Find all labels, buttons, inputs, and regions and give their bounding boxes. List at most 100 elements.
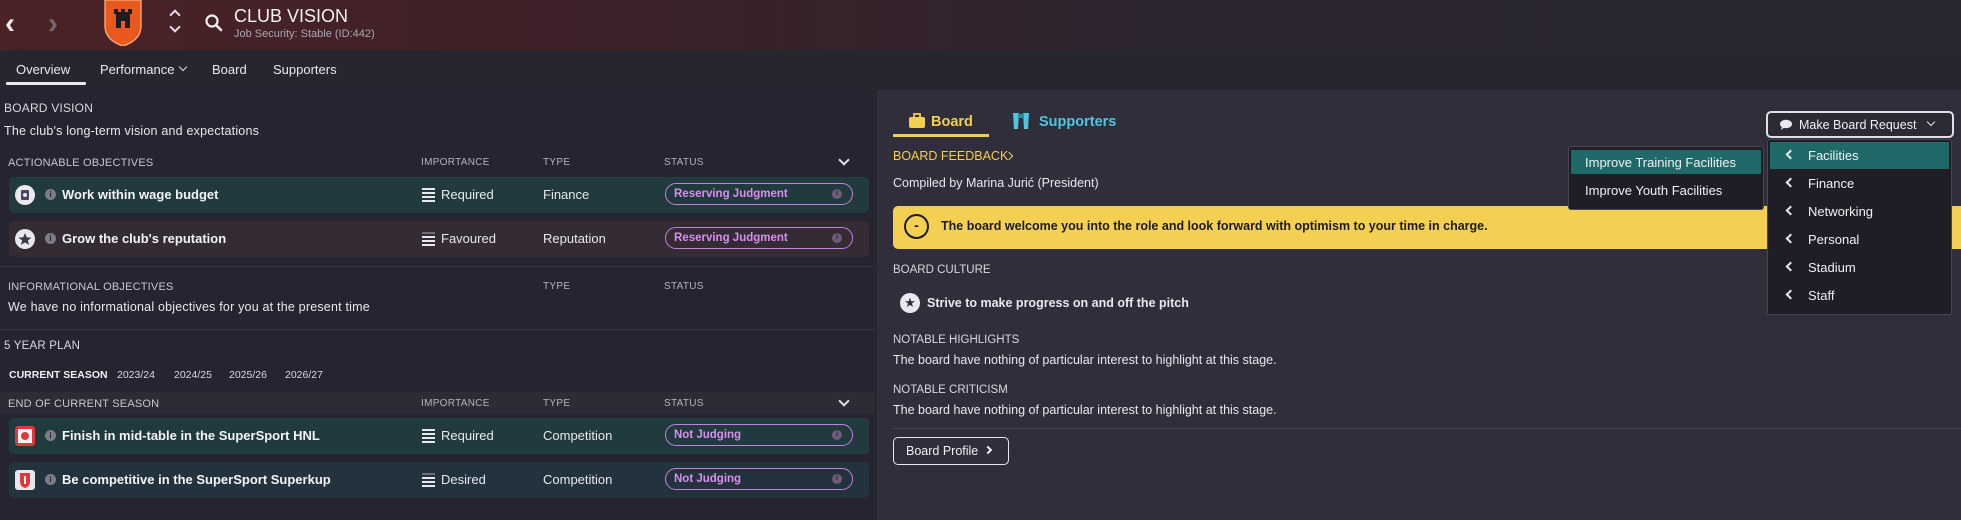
star-icon: ★: [900, 293, 920, 313]
tab-performance[interactable]: Performance: [100, 62, 174, 77]
importance-bars-icon: [422, 188, 435, 202]
importance-cell: Favoured: [422, 231, 496, 246]
board-vision-heading: BOARD VISION: [4, 101, 94, 115]
divider: [0, 329, 874, 330]
notable-criticism-text: The board have nothing of particular int…: [893, 403, 1277, 417]
status-badge[interactable]: Not Judging i: [665, 468, 853, 490]
board-profile-button[interactable]: Board Profile: [893, 437, 1009, 465]
importance-bars-icon: [422, 232, 435, 246]
table-row[interactable]: i Finish in mid-table in the SuperSport …: [9, 418, 869, 454]
right-panel-top: [877, 90, 1961, 100]
league-icon: [15, 426, 35, 446]
menu-item-facilities[interactable]: Facilities: [1770, 142, 1949, 169]
info-icon[interactable]: i: [45, 430, 56, 441]
chevron-left-icon: [1785, 149, 1796, 160]
status-badge[interactable]: Not Judging i: [665, 424, 853, 446]
col-type: TYPE: [543, 281, 571, 292]
menu-item-stadium[interactable]: Stadium: [1770, 254, 1949, 281]
five-year-plan-heading: 5 YEAR PLAN: [4, 340, 81, 352]
neutral-mood-icon: -: [904, 214, 929, 239]
active-tab-indicator: [6, 82, 86, 85]
status-info-icon: i: [832, 474, 842, 484]
importance-bars-icon: [422, 473, 435, 487]
club-crest-logo[interactable]: [103, 0, 143, 46]
page-title: CLUB VISION: [234, 6, 349, 26]
col-status: STATUS: [664, 157, 704, 168]
col-importance: IMPORTANCE: [421, 157, 490, 168]
objective-name: Be competitive in the SuperSport Superku…: [62, 472, 331, 487]
feedback-banner-text: The board welcome you into the role and …: [941, 219, 1488, 233]
importance-cell: Required: [422, 428, 494, 443]
end-of-season-heading: END OF CURRENT SEASON: [8, 398, 160, 410]
table-row[interactable]: i Work within wage budget Required Finan…: [9, 177, 869, 213]
notable-highlights-text: The board have nothing of particular int…: [893, 353, 1277, 367]
status-info-icon: i: [832, 430, 842, 440]
forward-arrow-icon[interactable]: ›: [48, 9, 58, 39]
season-tab-current[interactable]: CURRENT SEASON: [9, 369, 108, 381]
notable-criticism-heading: NOTABLE CRITICISM: [893, 384, 1008, 396]
search-icon[interactable]: [204, 13, 224, 33]
col-status: STATUS: [664, 281, 704, 292]
chevron-left-icon: [1785, 177, 1796, 188]
notable-highlights-heading: NOTABLE HIGHLIGHTS: [893, 334, 1020, 346]
speech-bubble-icon: [1780, 119, 1792, 130]
compiled-by-text: Compiled by Marina Jurić (President): [893, 176, 1099, 190]
status-info-icon: i: [832, 233, 842, 243]
divider: [0, 266, 874, 267]
tab-overview[interactable]: Overview: [16, 62, 70, 77]
job-security-text: Job Security: Stable (ID:442): [234, 28, 375, 40]
season-tab-2024-25[interactable]: 2024/25: [174, 369, 212, 381]
board-culture-heading: BOARD CULTURE: [893, 264, 991, 276]
submenu-item-training-facilities[interactable]: Improve Training Facilities: [1571, 150, 1761, 174]
chevron-left-icon: [1785, 205, 1796, 216]
table-row[interactable]: i Be competitive in the SuperSport Super…: [9, 462, 869, 498]
type-cell: Finance: [543, 187, 590, 202]
make-board-request-button[interactable]: Make Board Request: [1766, 111, 1954, 138]
active-subtab-indicator: [893, 134, 989, 137]
tab-supporters-feedback[interactable]: Supporters: [1039, 114, 1116, 130]
tab-board[interactable]: Board: [212, 62, 247, 77]
objective-name: Work within wage budget: [62, 187, 219, 202]
status-info-icon: i: [832, 189, 842, 199]
importance-cell: Desired: [422, 472, 486, 487]
tab-supporters[interactable]: Supporters: [273, 62, 337, 77]
col-type: TYPE: [543, 398, 571, 409]
chevron-left-icon: [1785, 289, 1796, 300]
season-tab-2023-24[interactable]: 2023/24: [117, 369, 155, 381]
submenu-item-youth-facilities[interactable]: Improve Youth Facilities: [1571, 178, 1761, 202]
col-status: STATUS: [664, 398, 704, 409]
wage-icon: [15, 185, 35, 205]
divider: [893, 428, 1961, 429]
supporters-scarf-icon: [1013, 113, 1029, 129]
actionable-objectives-heading: ACTIONABLE OBJECTIVES: [8, 157, 154, 169]
season-tab-2026-27[interactable]: 2026/27: [285, 369, 323, 381]
status-badge[interactable]: Reserving Judgment i: [665, 183, 853, 205]
type-cell: Reputation: [543, 231, 606, 246]
importance-bars-icon: [422, 429, 435, 443]
col-type: TYPE: [543, 157, 571, 168]
status-badge[interactable]: Reserving Judgment i: [665, 227, 853, 249]
col-importance: IMPORTANCE: [421, 398, 490, 409]
objective-name: Grow the club's reputation: [62, 231, 227, 246]
chevron-left-icon: [1785, 233, 1796, 244]
table-row[interactable]: i Grow the club's reputation Favoured Re…: [9, 221, 869, 257]
briefcase-icon: [909, 113, 925, 128]
info-icon[interactable]: i: [45, 233, 56, 244]
menu-item-staff[interactable]: Staff: [1770, 282, 1949, 309]
star-icon: [15, 229, 35, 249]
info-icon[interactable]: i: [45, 474, 56, 485]
importance-cell: Required: [422, 187, 494, 202]
board-feedback-link[interactable]: BOARD FEEDBACK: [893, 149, 1008, 163]
menu-item-personal[interactable]: Personal: [1770, 226, 1949, 253]
informational-empty-text: We have no informational objectives for …: [8, 300, 370, 314]
info-icon[interactable]: i: [45, 189, 56, 200]
season-tab-2025-26[interactable]: 2025/26: [229, 369, 267, 381]
tab-board-feedback[interactable]: Board: [931, 114, 973, 130]
chevron-left-icon: [1785, 261, 1796, 272]
board-vision-subtitle: The club's long-term vision and expectat…: [4, 124, 260, 138]
menu-item-networking[interactable]: Networking: [1770, 198, 1949, 225]
type-cell: Competition: [543, 428, 613, 443]
back-arrow-icon[interactable]: ‹: [5, 9, 15, 39]
board-culture-text: Strive to make progress on and off the p…: [927, 296, 1189, 310]
menu-item-finance[interactable]: Finance: [1770, 170, 1949, 197]
